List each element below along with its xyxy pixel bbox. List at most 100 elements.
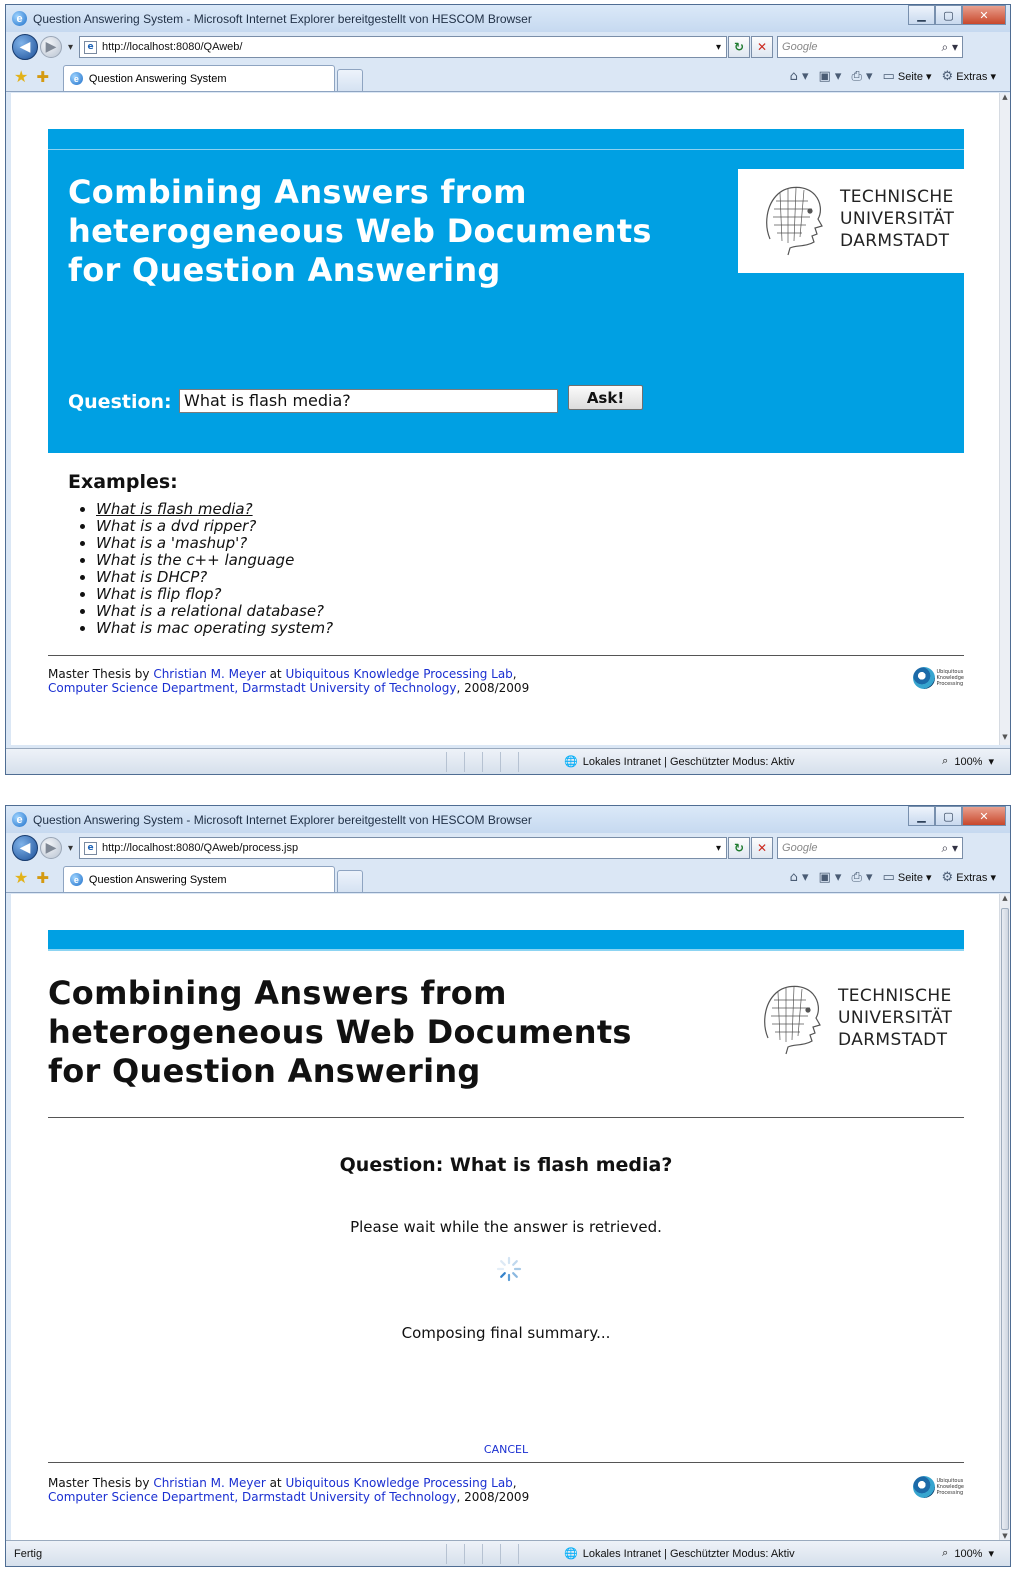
security-zone[interactable]: 🌐 Lokales Intranet | Geschützter Modus: A… [564,755,795,768]
navigation-bar: ◀ ▶ ▾ e http://localhost:8080/QAweb/ ▾ ↻… [6,32,1010,62]
home-icon[interactable]: ⌂ ▾ [790,870,809,885]
address-bar[interactable]: e http://localhost:8080/QAweb/process.js… [79,837,728,859]
zoom-icon: ⌕ [942,1547,949,1559]
close-button[interactable]: ✕ [962,5,1006,25]
department-link[interactable]: Computer Science Department, Darmstadt U… [48,1490,456,1504]
footer-text: , 2008/2009 [456,1490,530,1504]
author-link[interactable]: Christian M. Meyer [153,1476,265,1490]
footer-text: Master Thesis by [48,1476,154,1490]
favorites-star-icon[interactable]: ★ [14,67,28,86]
page-viewport: Combining Answers from heterogeneous Web… [11,894,1001,1544]
cancel-link[interactable]: CANCEL [48,1443,964,1456]
feeds-icon[interactable]: ▣ ▾ [818,870,841,885]
history-dropdown-icon[interactable]: ▾ [68,843,73,854]
security-zone[interactable]: 🌐 Lokales Intranet | Geschützter Modus: A… [564,1547,795,1560]
search-icon[interactable]: ⌕ ▾ [941,841,962,856]
address-bar[interactable]: e http://localhost:8080/QAweb/ ▾ [79,36,728,58]
close-button[interactable]: ✕ [962,806,1006,826]
add-favorites-icon[interactable]: ✚ [36,869,49,887]
list-item: What is a dvd ripper? [96,518,333,535]
example-link[interactable]: What is DHCP? [96,568,207,586]
ask-button[interactable]: Ask! [568,385,643,410]
ukp-logo-icon [912,667,935,689]
feeds-icon[interactable]: ▣ ▾ [818,69,841,84]
refresh-button[interactable]: ↻ [728,36,751,58]
examples-section: Examples: What is flash media? What is a… [68,471,333,637]
tools-menu[interactable]: ⚙ Extras ▾ [942,870,996,885]
page-menu-icon: ▭ [882,69,895,84]
title-line: for Question Answering [48,1052,481,1090]
title-bar: e Question Answering System - Microsoft … [6,806,1010,833]
example-link[interactable]: What is a 'mashup'? [96,534,247,552]
scroll-up-icon[interactable]: ▲ [1000,93,1010,105]
lab-link[interactable]: Ubiquitous Knowledge Processing Lab [285,1476,512,1490]
footer: Master Thesis by Christian M. Meyer at U… [48,1476,964,1504]
intranet-icon: 🌐 [564,755,578,768]
vertical-scrollbar[interactable]: ▲ ▼ [999,93,1010,745]
tab-active[interactable]: e Question Answering System [62,866,335,892]
scroll-up-icon[interactable]: ▲ [1000,894,1010,906]
tools-menu[interactable]: ⚙ Extras ▾ [942,69,996,84]
question-heading: Question: What is flash media? [339,1154,673,1176]
print-icon[interactable]: ⎙ ▾ [851,69,872,84]
tab-bar: ★ ✚ e Question Answering System ⌂ ▾ ▣ ▾ … [6,62,1010,92]
stop-button[interactable]: ✕ [751,36,774,58]
minimize-button[interactable]: ▁ [908,5,935,25]
search-icon[interactable]: ⌕ ▾ [941,40,962,55]
example-link[interactable]: What is the c++ language [96,551,294,569]
logo-line: DARMSTADT [838,1030,948,1050]
scroll-thumb[interactable] [1001,908,1009,1530]
new-tab-button[interactable] [336,870,363,892]
page-menu[interactable]: ▭ Seite ▾ [883,69,932,84]
status-segment [500,1543,518,1564]
ukp-logo[interactable]: Ubiquitous Knowledge Processing [912,1476,965,1498]
search-placeholder: Google [782,842,818,854]
tab-ie-icon: e [69,873,83,886]
example-link[interactable]: What is a relational database? [96,602,324,620]
address-dropdown-icon[interactable]: ▾ [711,843,726,854]
tud-logo: TECHNISCHE UNIVERSITÄT DARMSTADT [760,181,954,257]
add-favorites-icon[interactable]: ✚ [36,68,49,86]
vertical-scrollbar[interactable]: ▲ ▼ [999,894,1010,1544]
footer-text: at [265,1476,286,1490]
list-item: What is DHCP? [96,569,333,586]
history-dropdown-icon[interactable]: ▾ [68,42,73,53]
back-button[interactable]: ◀ [12,34,38,60]
zone-text: Lokales Intranet | Geschützter Modus: Ak… [582,1547,795,1560]
back-button[interactable]: ◀ [12,835,38,861]
example-link[interactable]: What is flip flop? [96,585,221,603]
new-tab-button[interactable] [336,69,363,91]
question-input[interactable]: What is flash media? [179,389,558,413]
minimize-button[interactable]: ▁ [908,806,935,826]
search-box[interactable]: Google ⌕ ▾ [777,36,964,58]
tab-active[interactable]: e Question Answering System [62,65,335,91]
zoom-control[interactable]: ⌕ 100% ▾ [942,1547,1010,1560]
list-item: What is flip flop? [96,586,333,603]
stop-button[interactable]: ✕ [751,837,774,859]
home-icon[interactable]: ⌂ ▾ [790,69,809,84]
maximize-button[interactable]: ▢ [935,806,962,826]
page-menu[interactable]: ▭ Seite ▾ [883,870,932,885]
address-dropdown-icon[interactable]: ▾ [711,42,726,53]
ukp-logo-text: Ubiquitous Knowledge Processing [937,1478,965,1496]
scroll-down-icon[interactable]: ▼ [1000,733,1010,745]
search-box[interactable]: Google ⌕ ▾ [777,837,964,859]
address-text: http://localhost:8080/QAweb/process.jsp [102,842,299,854]
lab-link[interactable]: Ubiquitous Knowledge Processing Lab [285,667,512,681]
zoom-control[interactable]: ⌕ 100% ▾ [942,755,1010,768]
example-link[interactable]: What is a dvd ripper? [96,517,256,535]
example-link[interactable]: What is mac operating system? [96,619,333,637]
forward-button[interactable]: ▶ [40,36,62,58]
browser-window-form: e Question Answering System - Microsoft … [5,4,1011,775]
ukp-logo[interactable]: Ubiquitous Knowledge Processing [912,667,964,689]
department-link[interactable]: Computer Science Department, Darmstadt U… [48,681,456,695]
title-line: heterogeneous Web Documents [68,212,652,250]
print-icon[interactable]: ⎙ ▾ [851,870,872,885]
author-link[interactable]: Christian M. Meyer [153,667,265,681]
example-link[interactable]: What is flash media? [96,500,253,518]
maximize-button[interactable]: ▢ [935,5,962,25]
forward-button[interactable]: ▶ [40,837,62,859]
tools-menu-label: Extras [956,71,988,83]
refresh-button[interactable]: ↻ [728,837,751,859]
favorites-star-icon[interactable]: ★ [14,868,28,887]
